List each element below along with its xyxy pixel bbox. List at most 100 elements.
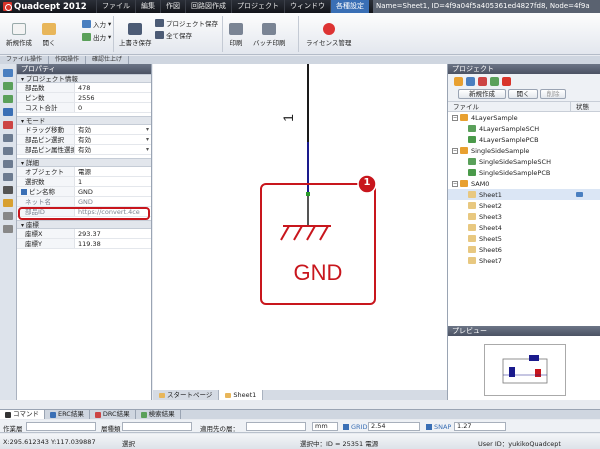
tree-item[interactable]: Sheet6: [448, 244, 600, 255]
menu-window[interactable]: ウィンドウ: [284, 0, 330, 13]
tree-item[interactable]: Sheet7: [448, 255, 600, 266]
menu-draw[interactable]: 作図: [160, 0, 185, 13]
overwrite-save-button[interactable]: 上書き保存: [119, 23, 152, 47]
project-remove-icon[interactable]: [478, 77, 487, 86]
zoom-fit-icon[interactable]: [3, 160, 13, 168]
main-menu: ファイル 編集 作図 回路図作成 プロジェクト ウィンドウ 各種設定: [96, 0, 369, 13]
prop-row: 座標X 293.37: [17, 229, 151, 239]
delete-icon[interactable]: [3, 121, 13, 129]
text-icon[interactable]: [3, 225, 13, 233]
pcb-file-icon: [468, 136, 476, 143]
tree-item-label: 4LayerSampleSCH: [479, 124, 540, 133]
tab-erc[interactable]: ERC結果: [45, 410, 90, 419]
snap-value-input[interactable]: 1.27: [454, 422, 506, 431]
tab-sheet1[interactable]: Sheet1: [219, 390, 264, 400]
project-new-button[interactable]: 新規作成: [458, 89, 506, 99]
work-layer-select[interactable]: [26, 422, 96, 431]
menu-edit[interactable]: 編集: [135, 0, 160, 13]
batch-print-button[interactable]: バッチ印刷: [253, 23, 286, 47]
open-button[interactable]: 開く: [42, 23, 56, 47]
part-pin-select[interactable]: 有効: [75, 135, 151, 144]
snap-checkbox[interactable]: [426, 424, 432, 430]
tree-item-label: Sheet5: [479, 234, 502, 243]
project-add-icon[interactable]: [466, 77, 475, 86]
preview-drawing: [502, 355, 548, 384]
grid-value-input[interactable]: 2.54: [368, 422, 420, 431]
tree-item[interactable]: Sheet1: [448, 189, 600, 200]
applied-layer-select[interactable]: [246, 422, 306, 431]
project-refresh-icon[interactable]: [490, 77, 499, 86]
expand-toggle-icon[interactable]: −: [452, 114, 458, 121]
zoom-area-icon[interactable]: [3, 173, 13, 181]
tree-item[interactable]: − 4LayerSample: [448, 112, 600, 123]
save-all-button[interactable]: 全て保存: [155, 30, 192, 40]
tree-item[interactable]: 4LayerSampleSCH: [448, 123, 600, 134]
prop-row: 座標Y 119.38: [17, 239, 151, 249]
tab-drc[interactable]: DRC結果: [90, 410, 136, 419]
pin-endpoint: [306, 192, 310, 196]
coord-y-value[interactable]: 119.38: [75, 239, 151, 248]
undo-icon[interactable]: [3, 108, 13, 116]
project-save-button[interactable]: プロジェクト保存: [155, 18, 218, 28]
expand-toggle-icon[interactable]: −: [452, 147, 458, 154]
arrow-left-icon[interactable]: [3, 82, 13, 90]
project-remove-button[interactable]: 削除: [540, 89, 566, 99]
section-detail[interactable]: 詳細: [17, 158, 151, 167]
zoom-out-icon[interactable]: [3, 147, 13, 155]
output-button[interactable]: 出力 ▾: [82, 32, 111, 42]
coord-x-value[interactable]: 293.37: [75, 229, 151, 238]
title-bar: Quadcept 2012 ファイル 編集 作図 回路図作成 プロジェクト ウィ…: [0, 0, 600, 13]
print-button[interactable]: 印刷: [229, 23, 243, 47]
unit-select[interactable]: mm: [312, 422, 338, 431]
tree-item[interactable]: − SAM0: [448, 178, 600, 189]
license-button[interactable]: ライセンス管理: [306, 23, 351, 47]
tab-command[interactable]: コマンド: [0, 410, 45, 419]
section-mode[interactable]: モード: [17, 116, 151, 125]
section-project-info[interactable]: プロジェクト情報: [17, 74, 151, 83]
tab-search[interactable]: 検索結果: [136, 410, 181, 419]
expand-toggle-icon[interactable]: −: [452, 180, 458, 187]
gnd-symbol-label: GND: [293, 260, 343, 285]
section-coords[interactable]: 座標: [17, 220, 151, 229]
command-bar: 作業層 層種類 適用先の層： mm GRID 2.54 SNAP 1.27: [0, 420, 600, 433]
project-settings-icon[interactable]: [502, 77, 511, 86]
project-open-button[interactable]: 開く: [508, 89, 538, 99]
measure-icon[interactable]: [3, 212, 13, 220]
part-icon[interactable]: [3, 199, 13, 207]
tree-item[interactable]: − SingleSideSample: [448, 145, 600, 156]
wire-icon[interactable]: [3, 186, 13, 194]
layer-type-select[interactable]: [122, 422, 192, 431]
new-button[interactable]: 新規作成: [6, 23, 32, 47]
tree-item-label: Sheet3: [479, 212, 502, 221]
erc-icon: [50, 411, 56, 418]
tab-start-page[interactable]: スタートページ: [153, 390, 220, 400]
menu-file[interactable]: ファイル: [96, 0, 135, 13]
tree-item[interactable]: Sheet3: [448, 211, 600, 222]
arrow-right-icon[interactable]: [3, 95, 13, 103]
part-pin-attr-select[interactable]: 有効: [75, 145, 151, 154]
group-tab-file[interactable]: ファイル操作: [0, 56, 50, 64]
pin-name-value[interactable]: GND: [75, 187, 151, 196]
left-tool-strip: [0, 64, 17, 400]
tree-item[interactable]: Sheet5: [448, 233, 600, 244]
drag-move-select[interactable]: 有効: [75, 125, 151, 134]
input-button[interactable]: 入力 ▾: [82, 19, 111, 29]
menu-settings[interactable]: 各種設定: [330, 0, 369, 13]
preview-thumbnail[interactable]: [484, 344, 566, 396]
group-tab-finish[interactable]: 確認仕上げ: [86, 56, 130, 64]
group-tab-draw[interactable]: 作図操作: [49, 56, 87, 64]
tree-item[interactable]: 4LayerSamplePCB: [448, 134, 600, 145]
project-new-icon[interactable]: [454, 77, 463, 86]
select-icon[interactable]: [3, 69, 13, 77]
tree-item[interactable]: Sheet2: [448, 200, 600, 211]
menu-schematic[interactable]: 回路図作成: [185, 0, 231, 13]
grid-checkbox[interactable]: [343, 424, 349, 430]
tree-item[interactable]: SingleSideSamplePCB: [448, 167, 600, 178]
tree-item-label: SAM0: [471, 179, 490, 188]
zoom-in-icon[interactable]: [3, 134, 13, 142]
schematic-canvas[interactable]: 1 GND 1: [153, 64, 447, 390]
pin-name-checkbox[interactable]: [21, 189, 27, 195]
tree-item[interactable]: SingleSideSampleSCH: [448, 156, 600, 167]
tree-item[interactable]: Sheet4: [448, 222, 600, 233]
menu-project[interactable]: プロジェクト: [231, 0, 284, 13]
